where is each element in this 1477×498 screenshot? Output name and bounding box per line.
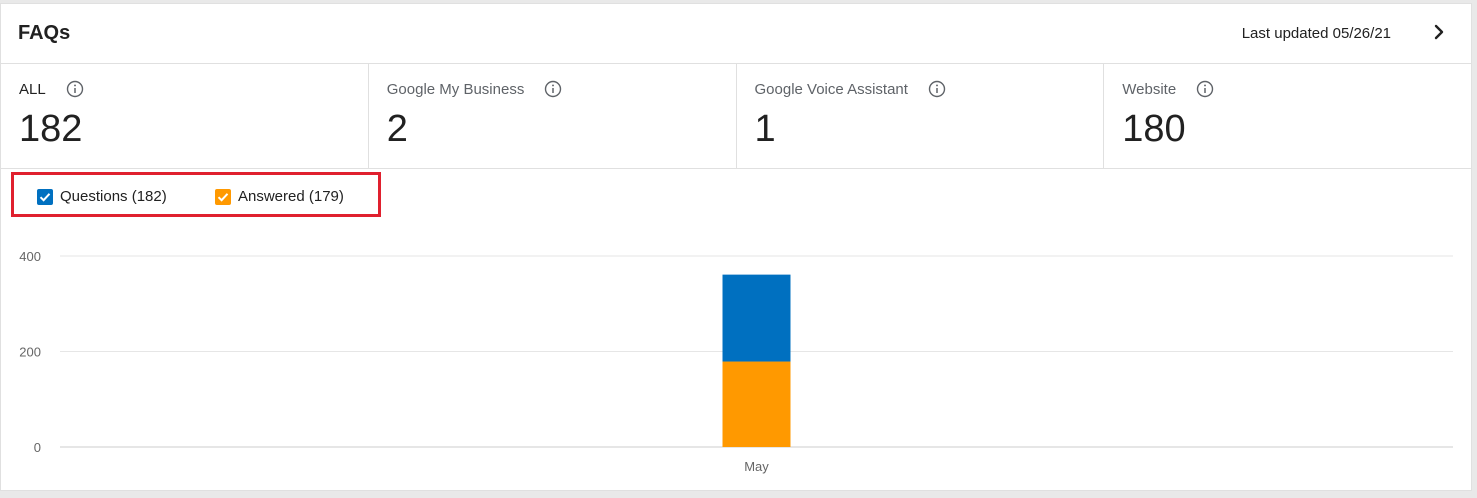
- y-tick-label: 0: [34, 440, 41, 455]
- legend-answered-toggle[interactable]: Answered (179): [215, 188, 344, 205]
- stat-label: Website: [1122, 80, 1177, 98]
- bar-answered[interactable]: [722, 361, 791, 447]
- page-title: FAQs: [18, 22, 71, 44]
- legend-questions-toggle[interactable]: Questions (182): [37, 188, 167, 205]
- bar-questions[interactable]: [722, 274, 791, 362]
- stats-row: ALL 182 Google My Business 2 Google Voic…: [1, 64, 1471, 169]
- info-icon[interactable]: [1196, 80, 1214, 98]
- checkbox-checked-icon[interactable]: [215, 188, 231, 205]
- stat-value: 1: [754, 108, 776, 150]
- stat-label: Google My Business: [386, 80, 525, 98]
- x-tick-label: May: [744, 459, 769, 474]
- stat-all[interactable]: ALL 182: [1, 64, 369, 168]
- legend-questions-label: Questions (182): [60, 188, 167, 205]
- stat-google-voice-assistant[interactable]: Google Voice Assistant 1: [737, 64, 1105, 168]
- stat-value: 180: [1122, 108, 1186, 150]
- stat-value: 182: [19, 108, 83, 150]
- y-tick-label: 400: [19, 249, 41, 264]
- info-icon[interactable]: [66, 80, 84, 98]
- chevron-right-icon[interactable]: [1429, 22, 1449, 42]
- info-icon[interactable]: [544, 80, 562, 98]
- checkbox-checked-icon[interactable]: [37, 188, 53, 205]
- info-icon[interactable]: [928, 80, 946, 98]
- stat-label: Google Voice Assistant: [754, 80, 908, 98]
- stat-website[interactable]: Website 180: [1104, 64, 1471, 168]
- y-tick-label: 200: [19, 345, 41, 360]
- stat-value: 2: [386, 108, 408, 150]
- stat-label: ALL: [19, 80, 46, 98]
- faqs-bar-chart: 0 200 400 May: [19, 249, 1453, 474]
- stat-google-my-business[interactable]: Google My Business 2: [369, 64, 737, 168]
- card-header: FAQs Last updated 05/26/21: [1, 4, 1471, 64]
- legend-answered-label: Answered (179): [238, 188, 344, 205]
- last-updated-text: Last updated 05/26/21: [1241, 25, 1391, 42]
